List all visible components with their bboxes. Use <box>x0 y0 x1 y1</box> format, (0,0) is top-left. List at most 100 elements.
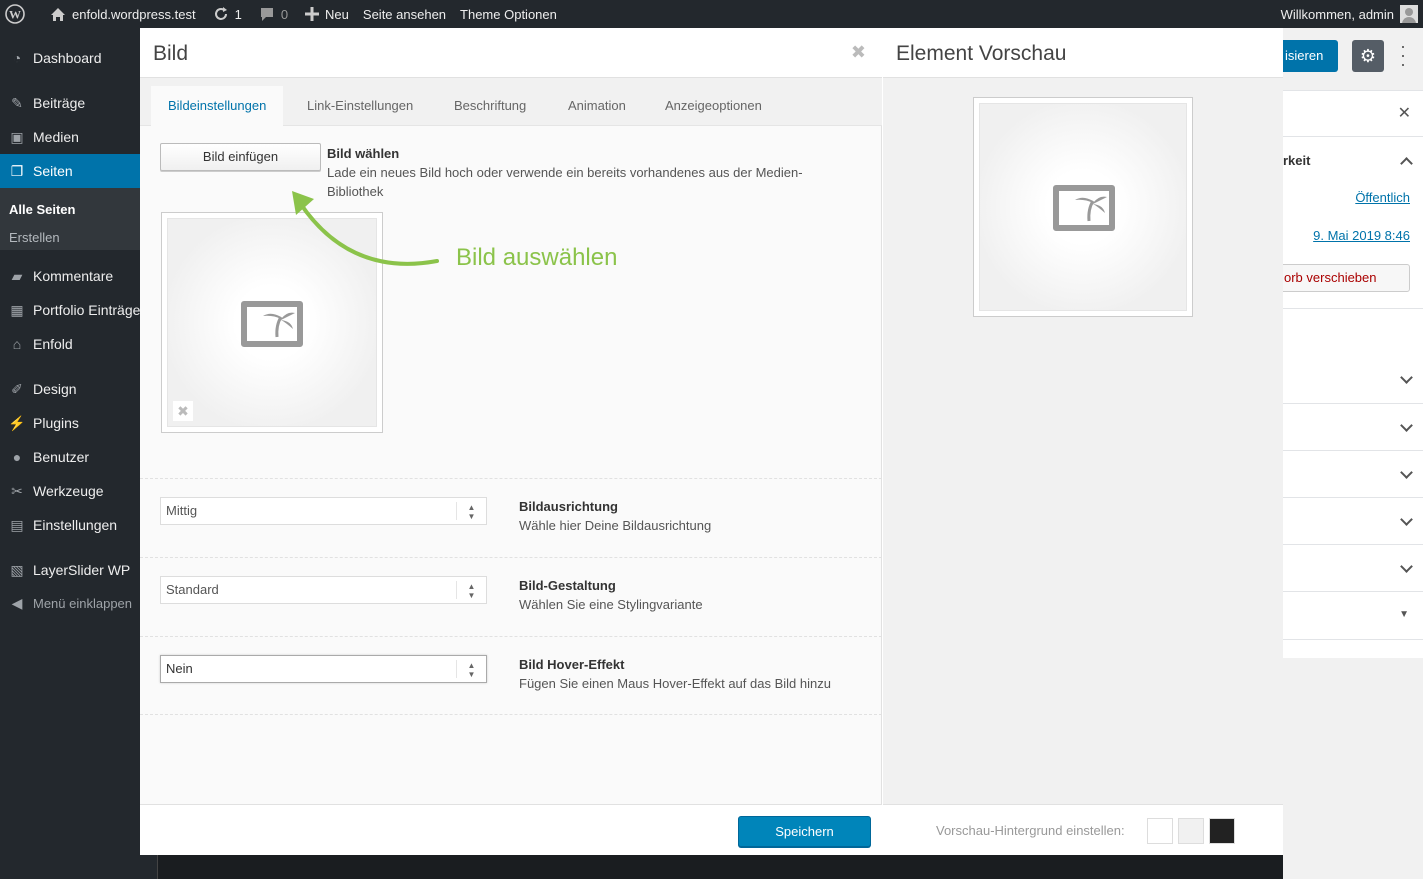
preview-header: Element Vorschau <box>883 28 1283 78</box>
home-icon: ⌂ <box>12 336 22 352</box>
modal-header: Bild ✖ <box>140 28 882 78</box>
wrench-icon: ✂ <box>11 483 23 499</box>
home-icon <box>51 7 65 21</box>
gear-icon[interactable]: ⚙ <box>1352 40 1384 72</box>
caret-down-icon: ▼ <box>1399 609 1409 620</box>
panel-section[interactable] <box>1283 498 1423 545</box>
select-arrows-icon: ▲ ▼ <box>456 660 486 679</box>
new-label: Neu <box>325 6 349 22</box>
sidebar-item-tools[interactable]: ✂ Werkzeuge <box>0 474 160 508</box>
preview-image <box>973 97 1193 317</box>
sidebar-item-settings[interactable]: ▤ Einstellungen <box>0 508 160 542</box>
submenu-create[interactable]: Erstellen <box>0 230 160 245</box>
tab-link-settings[interactable]: Link-Einstellungen <box>290 86 430 126</box>
alignment-select[interactable]: Mittig ▲ ▼ <box>160 497 487 525</box>
editor-settings-panel: isieren ⚙ · · · ✕ rkeit Öffentlich 9. Mai … <box>1277 28 1423 879</box>
swatch-white[interactable] <box>1147 818 1173 844</box>
comment-icon: ▰ <box>11 268 23 284</box>
sidebar-item-label: Werkzeuge <box>33 483 104 499</box>
theme-options-link[interactable]: Theme Optionen <box>453 0 564 28</box>
account-menu[interactable]: Willkommen, admin <box>1281 0 1418 28</box>
publish-date-link[interactable]: 9. Mai 2019 8:46 <box>1313 228 1410 243</box>
tab-image-settings[interactable]: Bildeinstellungen <box>151 86 284 126</box>
view-page-link[interactable]: Seite ansehen <box>356 0 453 28</box>
editor-area-edge <box>157 855 1283 879</box>
alignment-title: Bildausrichtung <box>519 499 618 514</box>
preview-background-label: Vorschau-Hintergrund einstellen: <box>936 823 1125 838</box>
sidebar-item-portfolio[interactable]: ▦ Portfolio Einträge <box>0 293 160 327</box>
sidebar-item-plugins[interactable]: ⚡ Plugins <box>0 406 160 440</box>
sidebar-item-media[interactable]: ▣ Medien <box>0 120 160 154</box>
settings-pane: Bild ✖ Bildeinstellungen Link-Einstellun… <box>140 28 882 855</box>
user-icon: ● <box>12 449 22 465</box>
avatar <box>1400 5 1418 23</box>
updates-link[interactable]: 1 <box>203 0 249 28</box>
tab-caption[interactable]: Beschriftung <box>437 86 543 126</box>
sidebar-item-label: Beiträge <box>33 95 86 111</box>
tab-animation[interactable]: Animation <box>551 86 643 126</box>
greeting: Willkommen, admin <box>1280 6 1394 22</box>
trash-button[interactable]: orb verschieben <box>1277 264 1410 292</box>
collapse-menu-button[interactable]: ◀ Menü einklappen <box>0 586 160 620</box>
more-options-icon[interactable]: · · · <box>1398 37 1408 73</box>
admin-sidebar: ◔ Dashboard ✎ Beiträge ▣ Medien ❐ Seiten All… <box>0 28 160 879</box>
publish-button[interactable]: isieren <box>1283 40 1338 72</box>
panel-section[interactable] <box>1283 404 1423 451</box>
media-icon: ▣ <box>10 129 24 145</box>
new-content-link[interactable]: Neu <box>295 0 356 28</box>
panel-section[interactable] <box>1283 545 1423 592</box>
site-name-link[interactable]: enfold.wordpress.test <box>38 0 203 28</box>
updates-count: 1 <box>234 6 242 22</box>
preview-pane: Element Vorschau Vorschau-Hintergrund ei… <box>883 28 1283 855</box>
portfolio-icon: ▦ <box>10 302 24 318</box>
sidebar-item-users[interactable]: ● Benutzer <box>0 440 160 474</box>
dashboard-icon: ◔ <box>12 50 22 66</box>
pages-submenu: Alle Seiten Erstellen <box>0 188 160 250</box>
remove-image-icon[interactable]: ✖ <box>173 401 193 421</box>
chevron-down-icon <box>1400 560 1413 573</box>
styling-select[interactable]: Standard ▲ ▼ <box>160 576 487 604</box>
sidebar-item-design[interactable]: ✐ Design <box>0 372 160 406</box>
sidebar-item-label: Design <box>33 381 77 397</box>
swatch-dark[interactable] <box>1209 818 1235 844</box>
hover-effect-select[interactable]: Nein ▲ ▼ <box>160 655 487 683</box>
save-button[interactable]: Speichern <box>738 816 871 847</box>
panel-section[interactable] <box>1283 451 1423 498</box>
sidebar-item-layerslider[interactable]: ▧ LayerSlider WP <box>0 553 160 587</box>
svg-text:W: W <box>9 8 21 22</box>
pin-icon: ✎ <box>11 95 23 111</box>
collapse-icon: ◀ <box>11 595 23 611</box>
sidebar-item-enfold[interactable]: ⌂ Enfold <box>0 327 160 361</box>
sidebar-item-label: Medien <box>33 129 79 145</box>
plug-icon: ⚡ <box>8 415 26 431</box>
sidebar-item-posts[interactable]: ✎ Beiträge <box>0 86 160 120</box>
sidebar-item-dashboard[interactable]: ◔ Dashboard <box>0 41 160 75</box>
insert-image-button[interactable]: Bild einfügen <box>160 143 321 171</box>
chevron-down-icon <box>1400 466 1413 479</box>
admin-bar: W enfold.wordpress.test 1 0 Neu Seite an… <box>0 0 1423 28</box>
option-image-styling: Standard ▲ ▼ Bild-Gestaltung Wählen Sie ei… <box>140 557 882 636</box>
preview-footer: Vorschau-Hintergrund einstellen: <box>883 804 1283 855</box>
wp-logo-button[interactable]: W <box>0 0 38 28</box>
tab-display-options[interactable]: Anzeigeoptionen <box>648 86 779 126</box>
comments-link[interactable]: 0 <box>249 0 295 28</box>
panel-section[interactable]: ▼ <box>1283 592 1423 640</box>
modal-footer: Speichern <box>140 804 882 855</box>
option-hover-effect: Nein ▲ ▼ Bild Hover-Effekt Fügen Sie einen… <box>140 636 882 715</box>
sidebar-item-label: Einstellungen <box>33 517 118 533</box>
sidebar-item-pages[interactable]: ❐ Seiten <box>0 154 160 188</box>
sidebar-item-comments[interactable]: ▰ Kommentare <box>0 259 160 293</box>
visibility-link[interactable]: Öffentlich <box>1355 190 1410 205</box>
pages-icon: ❐ <box>10 163 24 179</box>
submenu-all-pages[interactable]: Alle Seiten <box>0 202 160 217</box>
sidebar-item-label: Enfold <box>33 336 73 352</box>
close-icon[interactable]: ✕ <box>1398 103 1411 123</box>
swatch-light-grey[interactable] <box>1178 818 1204 844</box>
panel-section[interactable] <box>1283 356 1423 404</box>
chevron-up-icon[interactable] <box>1400 157 1413 170</box>
select-arrows-icon: ▲ ▼ <box>456 502 486 521</box>
close-icon[interactable]: ✖ <box>851 42 866 63</box>
chevron-down-icon <box>1400 513 1413 526</box>
alignment-description: Wähle hier Deine Bildausrichtung <box>519 518 712 533</box>
styling-description: Wählen Sie eine Stylingvariante <box>519 597 703 612</box>
